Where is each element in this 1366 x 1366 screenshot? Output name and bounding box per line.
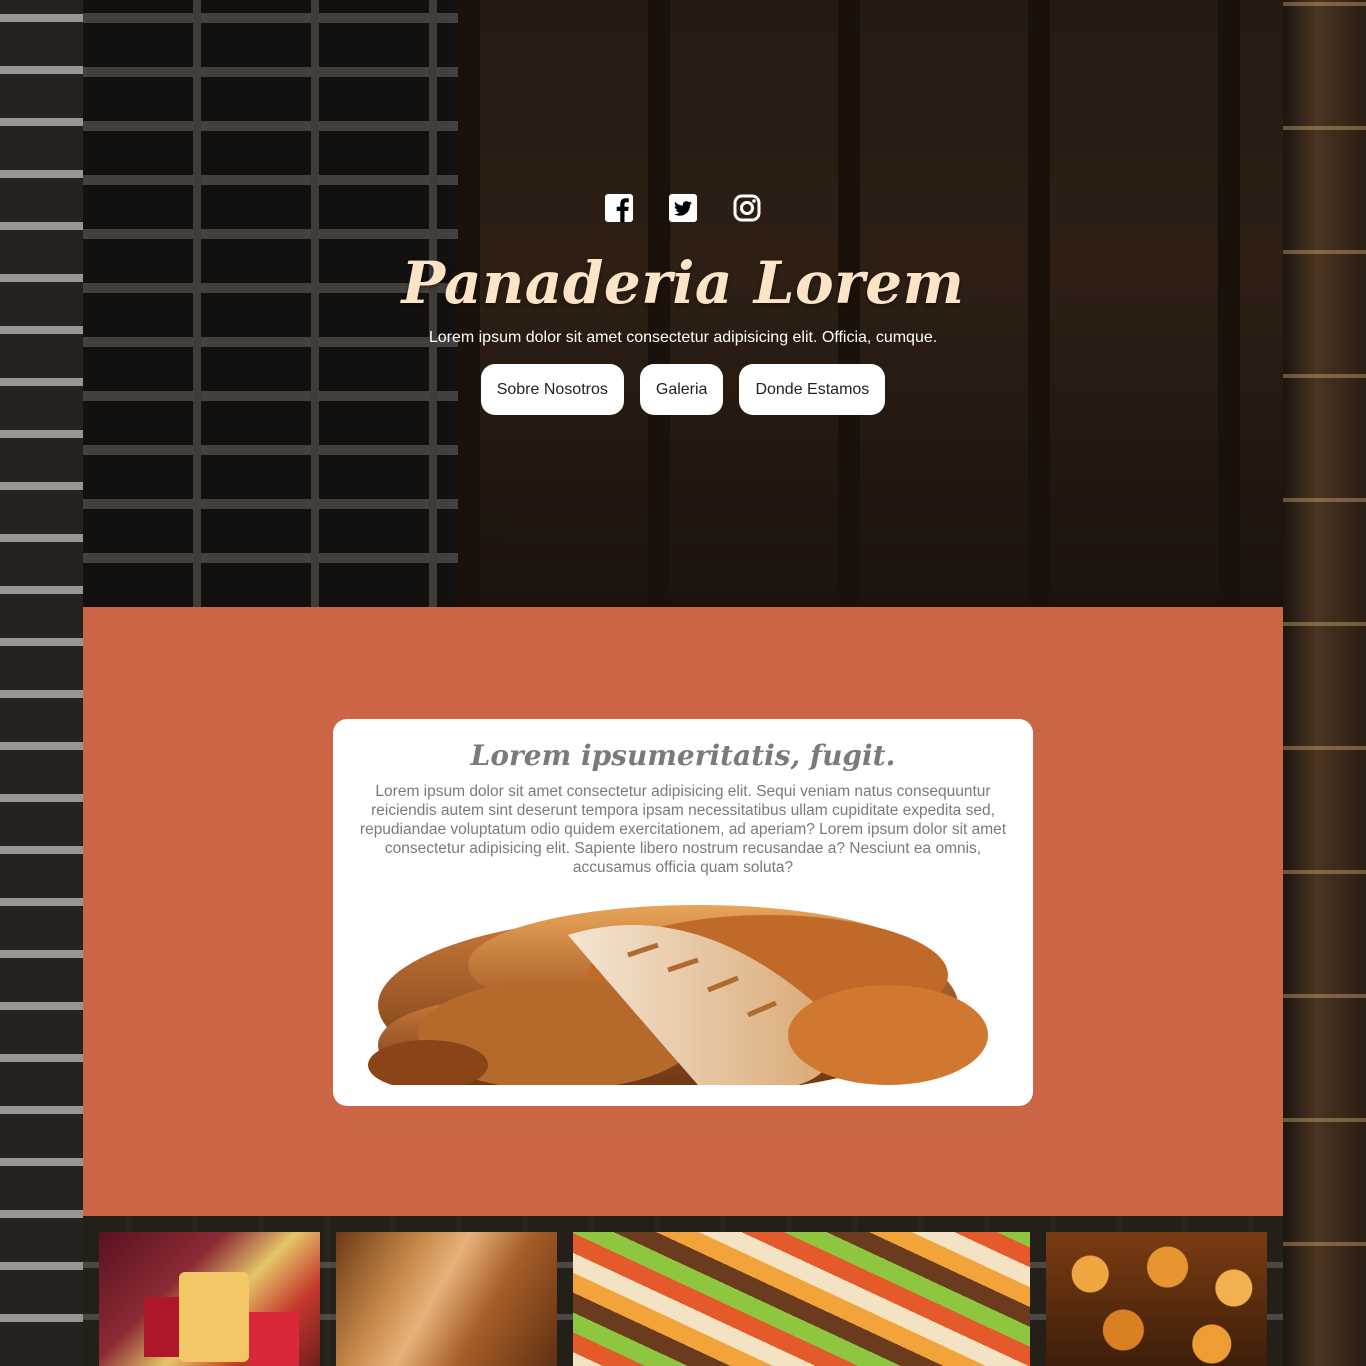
gallery-image-baguettes[interactable] [336,1232,557,1366]
main-nav: Sobre Nosotros Galeria Donde Estamos [480,364,886,415]
site-tagline: Lorem ipsum dolor sit amet consectetur a… [428,329,938,346]
background-shelving [1283,0,1366,1366]
facebook-icon-glyph [605,194,633,222]
twitter-icon[interactable] [668,192,698,224]
bread-assortment-image [368,905,988,1085]
instagram-icon-glyph [733,194,761,222]
nav-donde-estamos-button[interactable]: Donde Estamos [739,364,886,415]
gallery-image-pastries[interactable] [99,1232,320,1366]
background-brick-wall [0,0,83,1366]
site-title: Panaderia Lorem [401,249,965,317]
about-heading: Lorem ipsumeritatis, fugit. [470,739,896,772]
gallery-image-buns[interactable] [1046,1232,1267,1366]
about-section: Lorem ipsumeritatis, fugit. Lorem ipsum … [83,607,1283,1216]
nav-galeria-button[interactable]: Galeria [639,364,724,415]
hero-section: Panaderia Lorem Lorem ipsum dolor sit am… [83,0,1283,607]
nav-sobre-nosotros-button[interactable]: Sobre Nosotros [480,364,624,415]
gallery-image-petit-fours[interactable] [573,1232,1030,1366]
instagram-icon[interactable] [732,192,762,224]
social-links [604,192,762,224]
page-container: Panaderia Lorem Lorem ipsum dolor sit am… [83,0,1283,1366]
about-body: Lorem ipsum dolor sit amet consectetur a… [359,783,1007,876]
gallery-section [83,1216,1283,1366]
hero-content: Panaderia Lorem Lorem ipsum dolor sit am… [83,0,1283,607]
about-card: Lorem ipsumeritatis, fugit. Lorem ipsum … [333,719,1033,1106]
twitter-icon-glyph [669,194,697,222]
facebook-icon[interactable] [604,192,634,224]
